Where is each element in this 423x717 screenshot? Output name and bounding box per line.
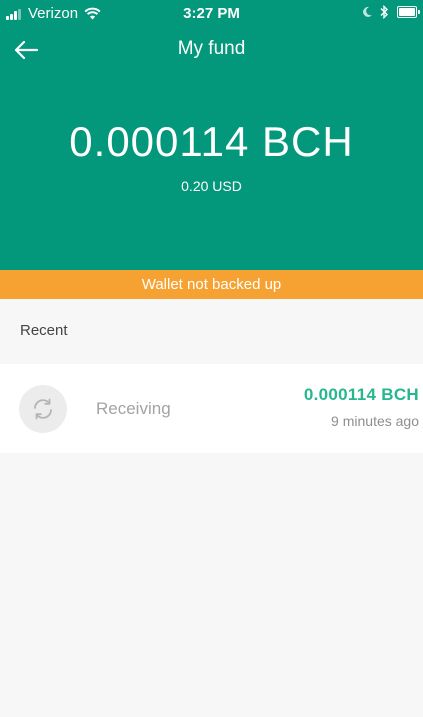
fiat-balance: 0.20 USD <box>181 178 242 194</box>
page-title: My fund <box>177 38 246 59</box>
transaction-amount: 0.000114 BCH <box>303 385 419 404</box>
status-right <box>361 5 420 19</box>
refresh-icon <box>34 398 52 420</box>
status-time: 3:27 PM <box>183 5 240 22</box>
transaction-icon-circle <box>19 385 67 433</box>
backup-warning-banner[interactable]: Wallet not backed up <box>0 270 423 299</box>
transaction-time: 9 minutes ago <box>331 413 419 429</box>
bluetooth-icon <box>380 5 388 19</box>
nav-bar: My fund <box>0 28 423 72</box>
transaction-status: Receiving <box>96 399 171 418</box>
fund-header: Verizon 3:27 PM My fund 0.000114 BCH 0.2… <box>0 0 423 270</box>
moon-icon <box>363 6 372 17</box>
balance-amount: 0.000114 BCH <box>69 118 354 165</box>
battery-icon <box>397 6 420 18</box>
status-bar: Verizon 3:27 PM <box>0 0 423 28</box>
transaction-row[interactable]: Receiving 0.000114 BCH 9 minutes ago <box>0 364 423 453</box>
recent-section-label: Recent <box>20 322 68 339</box>
